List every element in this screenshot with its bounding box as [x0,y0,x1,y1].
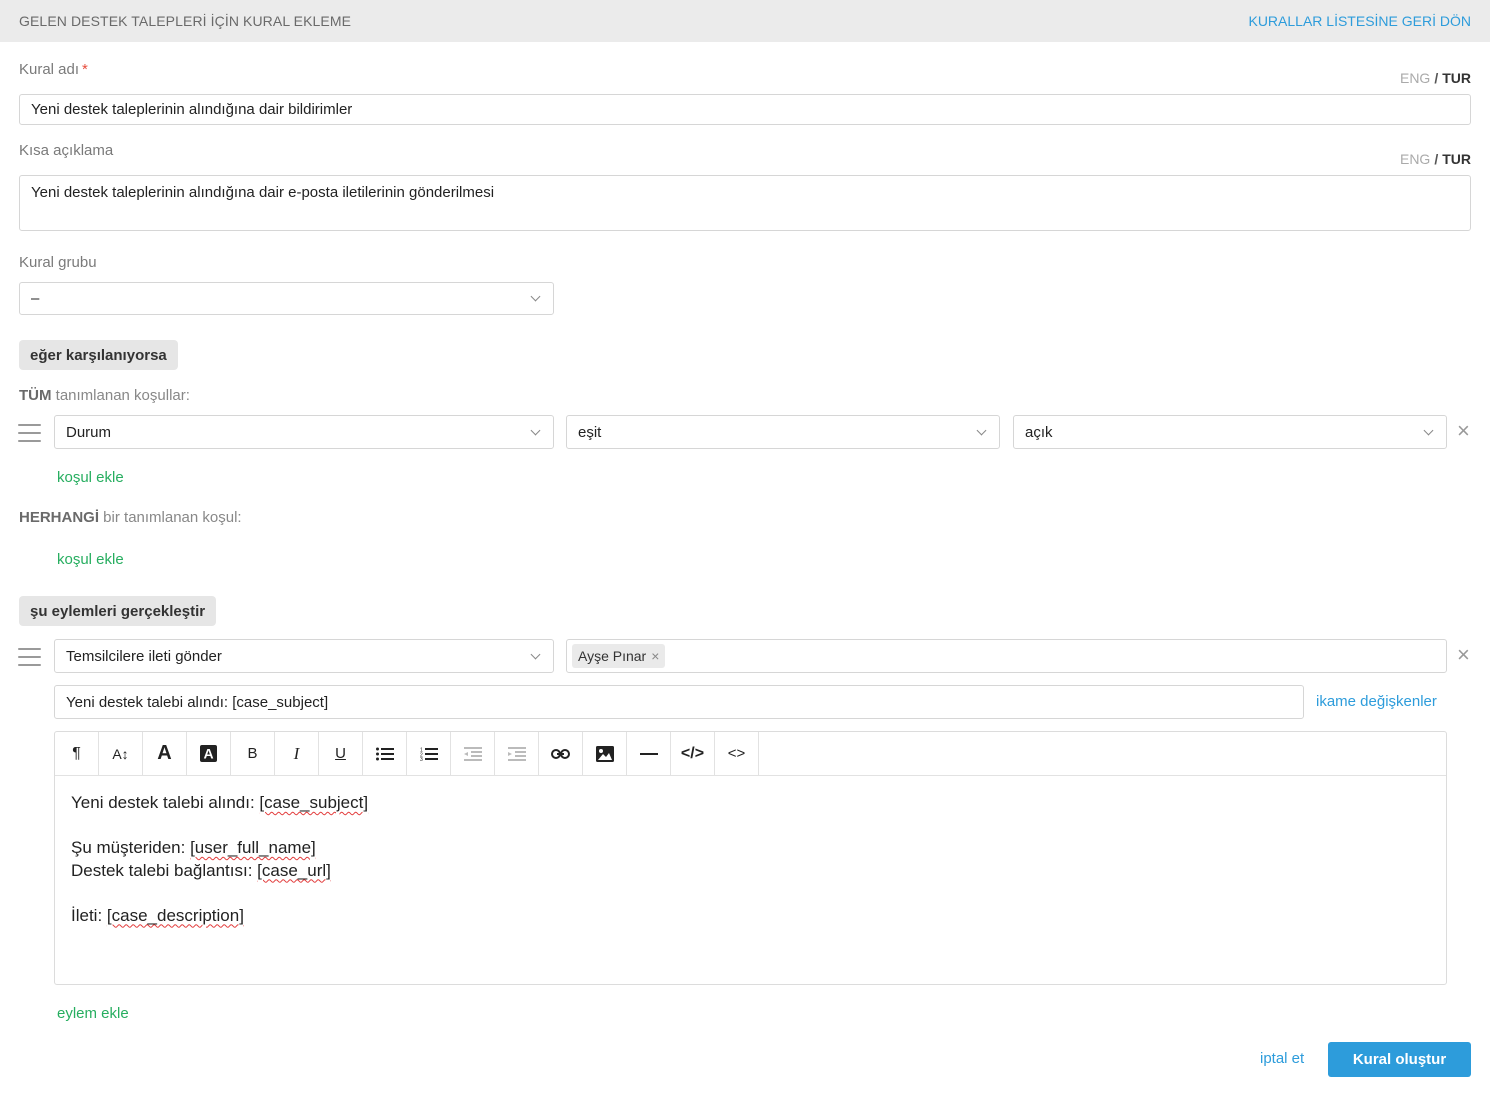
bold-icon[interactable]: B [231,732,275,775]
page-header: GELEN DESTEK TALEPLERİ İÇİN KURAL EKLEME… [0,0,1490,42]
chevron-down-icon [976,425,987,435]
short-desc-label: Kısa açıklama [19,142,114,159]
editor-line: Şu müşteriden: [user_full_name] [71,838,316,857]
recipients-multiselect[interactable]: Ayşe Pınar × [566,639,1447,673]
horizontal-rule-icon[interactable] [627,732,671,775]
action-type-select[interactable]: Temsilcilere ileti gönder [54,639,554,673]
editor-line: İleti: [case_description] [71,905,244,925]
drag-handle-icon[interactable] [18,648,41,666]
editor-toolbar: ¶ A↕ A A B I U 123 </> <> [55,732,1446,776]
underline-icon[interactable]: U [319,732,363,775]
remove-condition-icon[interactable]: × [1457,420,1470,442]
page-title: GELEN DESTEK TALEPLERİ İÇİN KURAL EKLEME [19,13,352,29]
short-desc-lang-switch: ENG / TUR [1399,151,1471,167]
editor-line: Destek talebi bağlantısı: [case_url] [71,860,331,880]
font-color-icon[interactable]: A [143,732,187,775]
chevron-down-icon [530,425,541,435]
lang-tur[interactable]: TUR [1442,151,1471,167]
subject-input[interactable]: Yeni destek talebi alındı: [case_subject… [54,685,1304,719]
link-icon[interactable] [539,732,583,775]
condition-operator-select[interactable]: eşit [566,415,1000,449]
required-mark: * [82,61,88,78]
numbered-list-icon[interactable]: 123 [407,732,451,775]
rule-name-label: Kural adı * [19,61,88,78]
code-view-icon[interactable]: </> [671,732,715,775]
recipient-tag: Ayşe Pınar × [572,644,666,668]
editor-empty-line [71,882,1430,905]
image-icon[interactable] [583,732,627,775]
lang-tur[interactable]: TUR [1442,70,1471,86]
add-any-condition-link[interactable]: koşul ekle [57,551,124,568]
editor-content[interactable]: Yeni destek talebi alındı: [case_subject… [55,776,1446,943]
conditions-pill: eğer karşılanıyorsa [19,340,178,370]
svg-text:A: A [203,746,213,762]
rule-name-input[interactable]: Yeni destek taleplerinin alındığına dair… [19,94,1471,125]
short-desc-textarea[interactable]: Yeni destek taleplerinin alındığına dair… [19,175,1471,231]
editor-line: Yeni destek talebi alındı: [case_subject… [71,793,369,812]
lang-eng[interactable]: ENG [1400,70,1430,86]
background-color-icon[interactable]: A [187,732,231,775]
drag-handle-icon[interactable] [18,424,41,442]
rule-group-label: Kural grubu [19,254,97,271]
rule-name-lang-switch: ENG / TUR [1399,70,1471,86]
indent-icon[interactable] [495,732,539,775]
back-to-rules-link[interactable]: KURALLAR LİSTESİNE GERİ DÖN [1248,13,1471,29]
remove-tag-icon[interactable]: × [651,648,659,664]
paragraph-icon[interactable]: ¶ [55,732,99,775]
create-rule-button[interactable]: Kural oluştur [1328,1042,1471,1077]
outdent-icon[interactable] [451,732,495,775]
rule-group-select[interactable]: – [19,282,554,315]
condition-value-select[interactable]: açık [1013,415,1447,449]
actions-pill: şu eylemleri gerçekleştir [19,596,217,626]
substitution-variables-link[interactable]: ikame değişkenler [1316,693,1437,710]
all-conditions-label: TÜM tanımlanan koşullar: [19,387,190,404]
chevron-down-icon [1423,425,1434,435]
condition-field-select[interactable]: Durum [54,415,554,449]
italic-icon[interactable]: I [275,732,319,775]
remove-action-icon[interactable]: × [1457,644,1470,666]
add-all-condition-link[interactable]: koşul ekle [57,469,124,486]
lang-eng[interactable]: ENG [1400,151,1430,167]
source-code-icon[interactable]: <> [715,732,759,775]
svg-text:3: 3 [420,757,423,761]
add-action-link[interactable]: eylem ekle [57,1005,129,1022]
editor-empty-line [71,815,1430,838]
chevron-down-icon [530,649,541,659]
chevron-down-icon [530,291,541,302]
cancel-link[interactable]: iptal et [1260,1050,1304,1067]
font-size-icon[interactable]: A↕ [99,732,143,775]
bullet-list-icon[interactable] [363,732,407,775]
message-editor: ¶ A↕ A A B I U 123 </> <> Yeni destek ta… [54,731,1447,985]
any-conditions-label: HERHANGİ bir tanımlanan koşul: [19,509,242,526]
